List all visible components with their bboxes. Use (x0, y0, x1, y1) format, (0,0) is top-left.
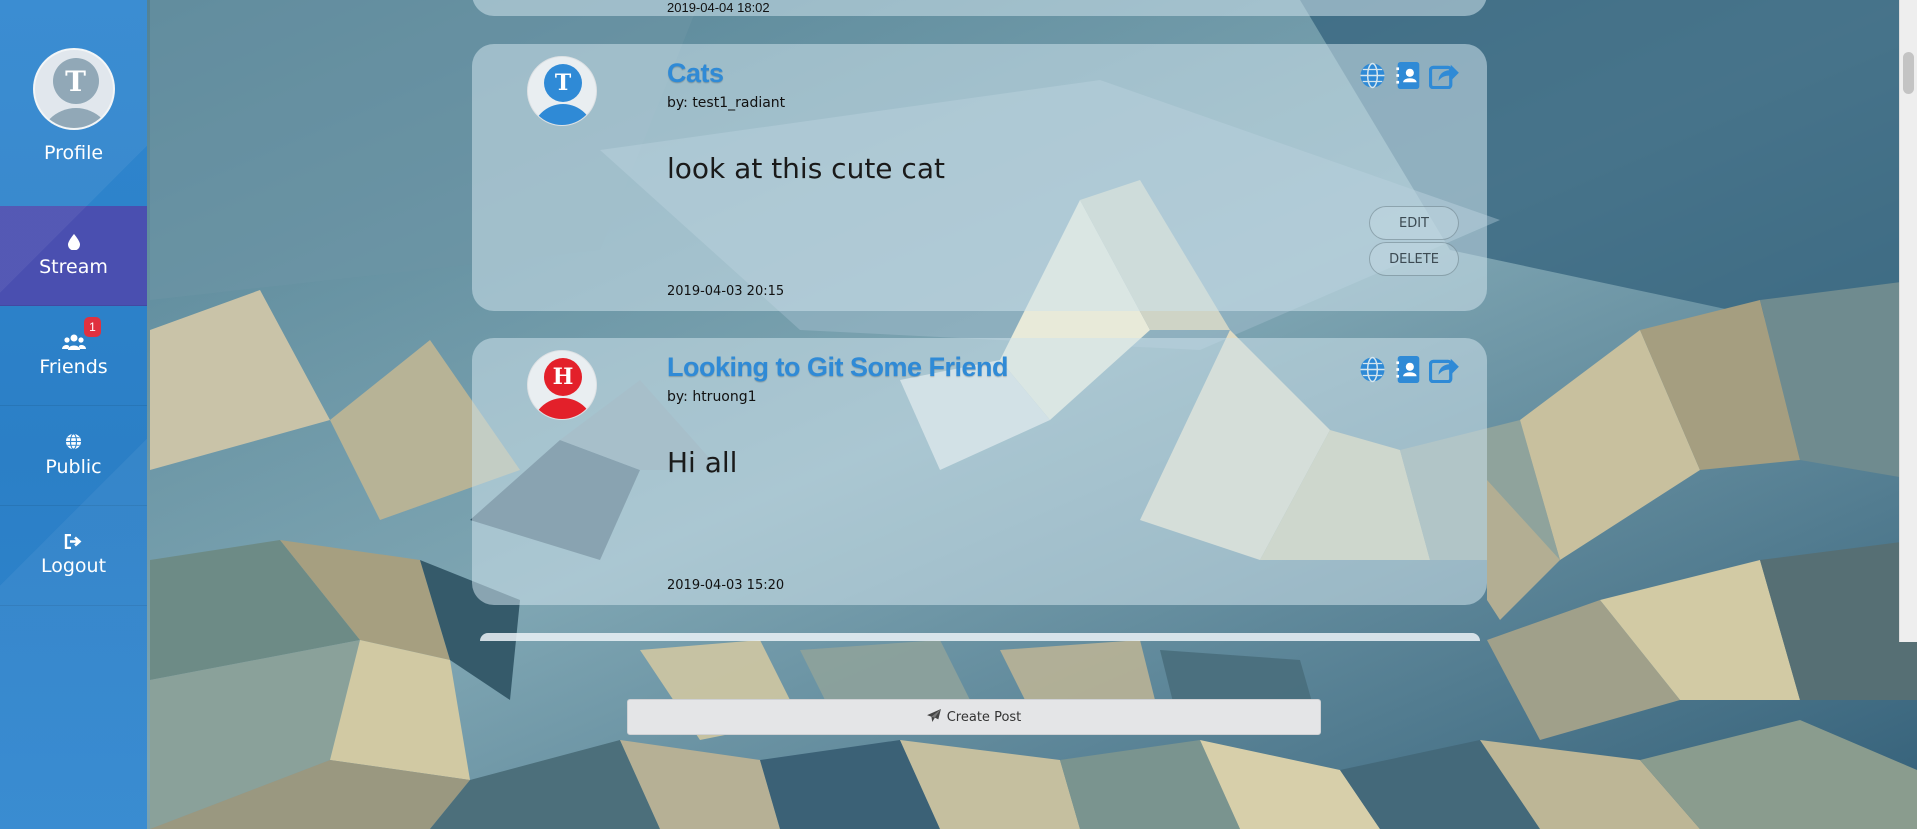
sidebar-item-label: Stream (39, 255, 108, 278)
friends-notification-badge: 1 (84, 317, 101, 337)
share-icon[interactable] (1429, 354, 1459, 384)
author-avatar[interactable]: T (527, 56, 597, 126)
sidebar-item-logout[interactable]: Logout (0, 506, 147, 606)
post-icon-group (1357, 60, 1459, 90)
scrollbar[interactable] (1899, 0, 1917, 642)
scrollbar-thumb[interactable] (1903, 52, 1914, 94)
avatar-letter: T (52, 58, 99, 104)
sidebar-item-stream[interactable]: Stream (0, 206, 147, 306)
users-icon (61, 334, 86, 354)
post-date: 2019-04-03 20:15 (667, 284, 785, 299)
avatar-letter: H (544, 358, 582, 396)
author-avatar[interactable]: H (527, 350, 597, 420)
post-date: 2019-04-04 18:02 (667, 0, 770, 15)
post-content: look at this cute cat (667, 152, 945, 185)
post-date: 2019-04-03 15:20 (667, 578, 785, 593)
sidebar: T Profile Stream Friends 1 Public Logout (0, 0, 147, 829)
post-card: T Cats by: test1_radiant look at this cu… (472, 44, 1487, 311)
post-content: Hi all (667, 446, 738, 479)
post-author: by: htruong1 (667, 389, 757, 405)
sidebar-profile[interactable]: T Profile (0, 0, 147, 205)
post-actions: EDIT DELETE (1369, 206, 1459, 276)
globe-icon[interactable] (1357, 354, 1387, 384)
share-icon[interactable] (1429, 60, 1459, 90)
drop-icon (67, 233, 81, 254)
post-title[interactable]: Cats (667, 58, 724, 89)
edit-button[interactable]: EDIT (1369, 206, 1459, 240)
sidebar-item-label: Logout (40, 555, 107, 577)
sidebar-item-label: Friends (39, 355, 108, 378)
delete-button[interactable]: DELETE (1369, 242, 1459, 276)
post-card-partial: 2019-04-04 18:02 (472, 0, 1487, 16)
avatar-letter: T (544, 64, 582, 102)
contact-card-icon[interactable] (1393, 60, 1423, 90)
contact-card-icon[interactable] (1393, 354, 1423, 384)
profile-label[interactable]: Profile (44, 142, 103, 164)
globe-icon[interactable] (1357, 60, 1387, 90)
post-author: by: test1_radiant (667, 95, 786, 111)
sidebar-item-public[interactable]: Public (0, 406, 147, 506)
paper-plane-icon (926, 708, 941, 726)
sign-out-icon (64, 533, 84, 553)
post-icon-group (1357, 354, 1459, 384)
sidebar-item-friends[interactable]: Friends (0, 306, 147, 406)
sidebar-item-label: Public (45, 456, 102, 478)
create-post-label: Create Post (946, 709, 1022, 725)
post-title[interactable]: Looking to Git Some Friend (667, 352, 1009, 383)
create-post-button[interactable]: Create Post (627, 699, 1321, 735)
profile-avatar[interactable]: T (32, 48, 115, 130)
post-card-partial (480, 633, 1480, 641)
post-card: H Looking to Git Some Friend by: htruong… (472, 338, 1487, 605)
globe-icon (65, 433, 82, 454)
